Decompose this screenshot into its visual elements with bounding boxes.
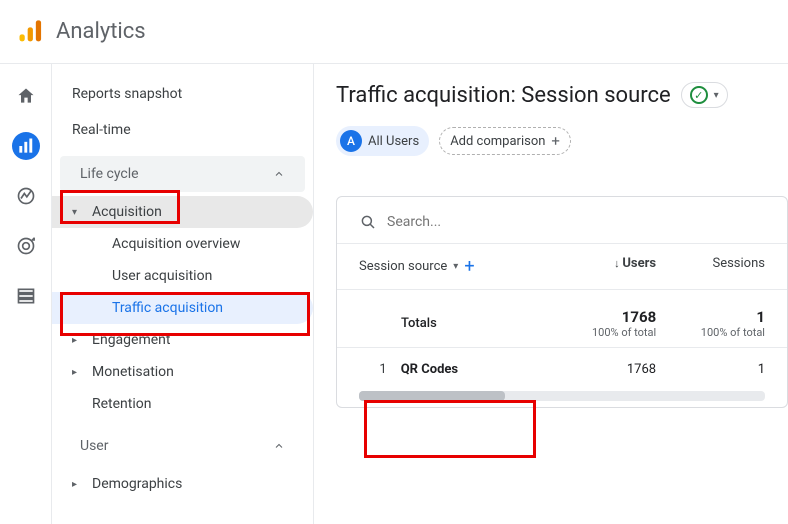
row-sessions-value: 1 [656, 362, 765, 377]
add-comparison-button[interactable]: Add comparison + [439, 127, 571, 155]
row-users-value: 1768 [547, 362, 656, 377]
plus-icon: + [551, 132, 560, 150]
totals-users-value: 1768 [547, 308, 656, 326]
check-circle-icon: ✓ [690, 86, 708, 104]
column-users[interactable]: ↓ Users [547, 256, 656, 277]
rail-configure-icon[interactable] [12, 282, 40, 310]
sidebar-item-acquisition-overview[interactable]: Acquisition overview [52, 228, 313, 260]
sidebar-item-demographics[interactable]: ▸ Demographics [52, 468, 313, 500]
add-dimension-button[interactable]: + [464, 256, 474, 277]
sidebar-item-label: Acquisition [92, 204, 162, 220]
segment-label: All Users [368, 134, 419, 149]
row-dimension-value: QR Codes [401, 362, 458, 377]
sidebar-realtime[interactable]: Real-time [52, 112, 313, 148]
section-label: User [80, 438, 108, 454]
analytics-logo-icon [16, 18, 44, 46]
caret-down-icon: ▾ [714, 90, 719, 101]
sidebar-item-label: Monetisation [92, 364, 174, 380]
table-header: Session source ▾ + ↓ Users Sessions [337, 244, 787, 290]
totals-label: Totals [359, 308, 547, 339]
sidebar-reports-snapshot[interactable]: Reports snapshot [52, 76, 313, 112]
totals-row: Totals 1768100% of total 1100% of total [337, 290, 787, 347]
totals-sessions-subtext: 100% of total [656, 326, 765, 339]
left-rail [0, 64, 52, 524]
rail-home-icon[interactable] [12, 82, 40, 110]
segment-letter-badge: A [340, 130, 362, 152]
search-icon [359, 213, 377, 231]
rail-explore-icon[interactable] [12, 182, 40, 210]
column-sessions[interactable]: Sessions [656, 256, 765, 277]
page-title: Traffic acquisition: Session source [336, 83, 671, 108]
reports-sidebar: Reports snapshot Real-time Life cycle ▾ … [52, 64, 314, 524]
totals-users-subtext: 100% of total [547, 326, 656, 339]
chevron-up-icon [273, 168, 285, 180]
section-label: Life cycle [80, 166, 139, 182]
sidebar-item-retention[interactable]: ▸ Retention [52, 388, 313, 420]
rail-advertising-icon[interactable] [12, 232, 40, 260]
table-row[interactable]: 1 QR Codes 1768 1 [337, 347, 787, 391]
horizontal-scrollbar[interactable] [359, 391, 765, 401]
search-input[interactable] [387, 214, 765, 230]
annotation-box [364, 400, 536, 458]
sidebar-item-monetisation[interactable]: ▸ Monetisation [52, 356, 313, 388]
main-content: Traffic acquisition: Session source ✓ ▾ … [314, 64, 788, 524]
chevron-up-icon [273, 440, 285, 452]
sidebar-item-engagement[interactable]: ▸ Engagement [52, 324, 313, 356]
sidebar-section-life-cycle[interactable]: Life cycle [60, 156, 305, 192]
sidebar-item-label: Engagement [92, 332, 170, 348]
caret-right-icon: ▸ [72, 335, 82, 346]
sidebar-section-user[interactable]: User [60, 428, 305, 464]
totals-sessions-value: 1 [656, 308, 765, 326]
top-bar: Analytics [0, 0, 788, 64]
row-index: 1 [359, 362, 387, 377]
data-table: Session source ▾ + ↓ Users Sessions Tota… [336, 196, 788, 408]
caret-right-icon: ▸ [72, 367, 82, 378]
rail-reports-icon[interactable] [12, 132, 40, 160]
sidebar-item-label: Retention [92, 396, 152, 412]
caret-down-icon: ▾ [72, 207, 82, 218]
status-chip[interactable]: ✓ ▾ [681, 82, 728, 108]
sidebar-item-label: Demographics [92, 476, 182, 492]
caret-right-icon: ▸ [72, 479, 82, 490]
dimension-header[interactable]: Session source [359, 259, 447, 274]
add-comparison-label: Add comparison [450, 134, 545, 149]
caret-down-icon: ▾ [453, 261, 458, 272]
sidebar-item-traffic-acquisition[interactable]: Traffic acquisition [52, 292, 313, 324]
sidebar-item-acquisition[interactable]: ▾ Acquisition [52, 196, 313, 228]
sidebar-item-user-acquisition[interactable]: User acquisition [52, 260, 313, 292]
app-title: Analytics [56, 19, 146, 44]
segment-pill[interactable]: A All Users [336, 126, 429, 156]
